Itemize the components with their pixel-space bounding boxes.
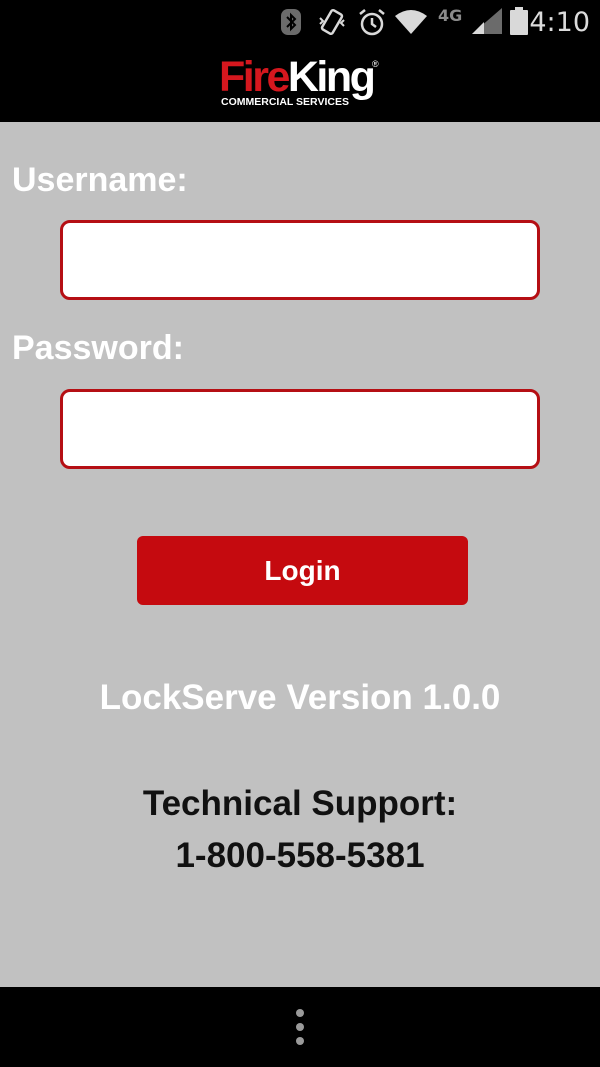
password-input[interactable]	[60, 389, 540, 469]
navigation-bar	[0, 987, 600, 1067]
battery-icon	[510, 7, 528, 35]
network-type-label: 4G	[438, 6, 463, 25]
password-label: Password:	[12, 329, 184, 367]
overflow-menu-icon[interactable]	[285, 1005, 315, 1049]
username-input[interactable]	[60, 220, 540, 300]
logo-king-text: King	[287, 53, 376, 101]
app-header: FireKing ® COMMERCIAL SERVICES	[0, 45, 600, 122]
support-title: Technical Support:	[142, 784, 458, 823]
registered-mark: ®	[372, 59, 379, 69]
logo-fire-text: Fire	[219, 53, 290, 101]
bluetooth-icon	[281, 9, 301, 35]
status-bar: 4G 4:10	[0, 0, 600, 45]
alarm-icon	[359, 9, 385, 36]
app-version: LockServe Version 1.0.0	[99, 678, 501, 717]
support-phone: 1-800-558-5381	[175, 836, 425, 875]
logo-wordmark: FireKing	[219, 53, 376, 101]
signal-icon	[472, 8, 502, 34]
vibrate-icon	[319, 8, 345, 36]
username-label: Username:	[12, 161, 188, 199]
fireking-logo: FireKing ® COMMERCIAL SERVICES	[219, 53, 384, 109]
wifi-icon	[395, 10, 427, 34]
login-button[interactable]: Login	[137, 536, 468, 605]
clock: 4:10	[529, 7, 590, 38]
logo-subtitle: COMMERCIAL SERVICES	[221, 96, 349, 108]
